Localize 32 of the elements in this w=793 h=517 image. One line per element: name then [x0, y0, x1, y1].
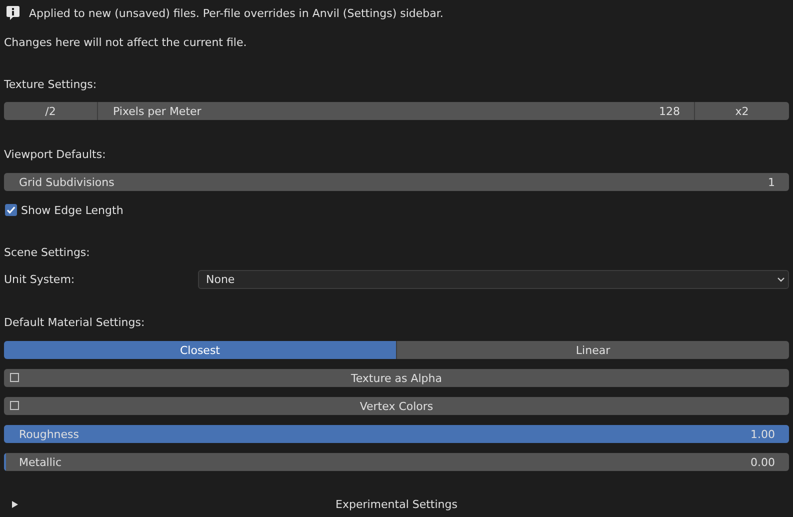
- chevron-icon: [777, 277, 785, 282]
- section-heading: Viewport Defaults:: [4, 148, 106, 160]
- expand-triangle-icon[interactable]: [11, 501, 18, 508]
- toggle-button[interactable]: Texture as Alpha: [4, 369, 789, 387]
- section-heading: Default Material Settings:: [4, 316, 145, 328]
- checkbox-label: Show Edge Length: [21, 204, 124, 216]
- slider-value: 0.00: [750, 456, 775, 468]
- info-text: Applied to new (unsaved) files. Per-file overrides in Anvil (Settings) sidebar.: [29, 6, 444, 20]
- number-field[interactable]: Pixels per Meter 128: [98, 102, 695, 120]
- note-text: Changes here will not affect the current file.: [4, 36, 247, 48]
- toggle-label: Vertex Colors: [360, 400, 434, 412]
- decrease-button[interactable]: /2: [4, 102, 98, 120]
- checkbox[interactable]: [10, 401, 19, 410]
- slider-value: 1.00: [750, 428, 775, 440]
- increase-button[interactable]: x2: [695, 102, 789, 120]
- toggle-label: Texture as Alpha: [350, 372, 442, 384]
- number-field[interactable]: Grid Subdivisions 1: [4, 173, 789, 191]
- slider[interactable]: Metallic 0.00: [4, 453, 789, 471]
- panel-header[interactable]: Experimental Settings: [336, 498, 458, 510]
- slider-label: Metallic: [19, 456, 62, 468]
- dropdown[interactable]: None: [198, 270, 789, 289]
- checkbox[interactable]: [5, 204, 17, 216]
- toggle-button[interactable]: Vertex Colors: [4, 397, 789, 415]
- toggle-tab[interactable]: Linear: [397, 341, 789, 359]
- section-heading: Texture Settings:: [4, 78, 97, 90]
- info-icon: [6, 5, 20, 21]
- field-label: Unit System:: [4, 273, 76, 286]
- toggle-tab[interactable]: Closest: [4, 341, 397, 359]
- slider[interactable]: Roughness 1.00: [4, 425, 789, 443]
- section-heading: Scene Settings:: [4, 246, 90, 258]
- slider-label: Roughness: [19, 428, 80, 440]
- checkbox[interactable]: [10, 373, 19, 382]
